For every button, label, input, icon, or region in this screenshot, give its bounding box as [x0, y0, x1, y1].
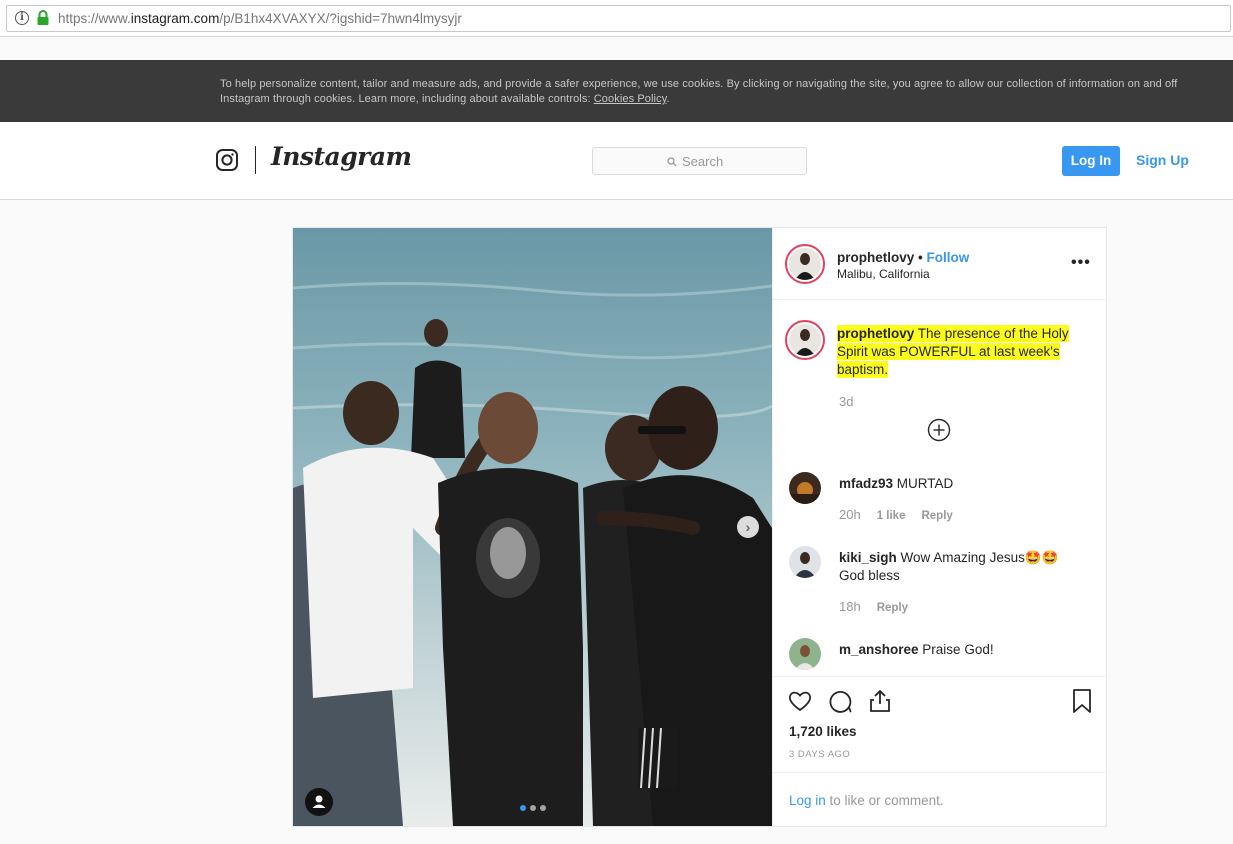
instagram-wordmark[interactable]: Instagram: [271, 142, 412, 171]
cookie-text: To help personalize content, tailor and …: [220, 78, 1178, 105]
bookmark-icon[interactable]: [1069, 688, 1095, 714]
heart-icon[interactable]: [787, 688, 813, 714]
post-username-row: prophetlovy • Follow: [837, 250, 969, 265]
login-prompt: Log in to like or comment.: [773, 772, 1107, 827]
search-input[interactable]: Search: [592, 147, 807, 175]
next-photo-button[interactable]: ›: [737, 516, 759, 538]
post-date: 3 DAYS AGO: [789, 749, 851, 760]
carousel-dot: [520, 805, 526, 811]
search-placeholder: Search: [682, 154, 724, 169]
comment-avatar[interactable]: [789, 546, 821, 578]
share-icon[interactable]: [867, 688, 893, 714]
browser-toolbar: i https://www.instagram.com/p/B1hx4XVAXY…: [0, 0, 1233, 37]
post-location[interactable]: Malibu, California: [837, 267, 930, 281]
comment-icon[interactable]: [827, 688, 853, 714]
search-icon: [667, 156, 677, 166]
comment-text: kiki_sigh Wow Amazing Jesus🤩🤩 God bless: [839, 550, 1059, 583]
post-header: prophetlovy • Follow Malibu, California …: [773, 228, 1107, 300]
load-more-comments-icon[interactable]: [927, 418, 951, 442]
comment-text: m_anshoree Praise God!: [839, 642, 994, 657]
instagram-camera-icon[interactable]: [216, 149, 238, 171]
comment-avatar[interactable]: [789, 638, 821, 670]
comment-meta: 18h Reply: [839, 599, 908, 614]
cookies-policy-link[interactable]: Cookies Policy: [594, 93, 667, 105]
post-sidebar: prophetlovy • Follow Malibu, California …: [772, 228, 1107, 826]
avatar[interactable]: [789, 248, 821, 280]
browser-toolbar-spacer: [0, 37, 1233, 60]
login-link[interactable]: Log in: [789, 793, 826, 808]
url-text[interactable]: https://www.instagram.com/p/B1hx4XVAXYX/…: [58, 11, 462, 26]
baptism-photo-illustration: [293, 228, 772, 826]
login-button[interactable]: Log In: [1062, 146, 1120, 176]
separator-dot: •: [918, 250, 923, 265]
comment-text: mfadz93 MURTAD: [839, 476, 954, 491]
post-caption: prophetlovy The presence of the Holy Spi…: [837, 325, 1082, 379]
post: › prophetlovy • Follow Malibu, Californi…: [292, 227, 1107, 827]
comment-username[interactable]: mfadz93: [839, 476, 893, 491]
carousel-dot: [530, 805, 536, 811]
caption-timestamp: 3d: [839, 394, 854, 409]
info-icon[interactable]: i: [15, 11, 29, 25]
comment-username[interactable]: kiki_sigh: [839, 550, 897, 565]
likes-count[interactable]: 1,720 likes: [789, 724, 857, 739]
carousel-indicator: [520, 805, 546, 811]
reply-button[interactable]: Reply: [921, 510, 952, 522]
carousel-dot: [540, 805, 546, 811]
caption-avatar[interactable]: [789, 324, 821, 356]
comment-likes[interactable]: 1 like: [877, 510, 906, 522]
instagram-header: Instagram Search Log In Sign Up: [0, 122, 1233, 200]
comment-avatar[interactable]: [789, 472, 821, 504]
follow-button[interactable]: Follow: [927, 250, 970, 265]
address-bar[interactable]: i https://www.instagram.com/p/B1hx4XVAXY…: [6, 5, 1231, 32]
post-actions: 1,720 likes 3 DAYS AGO Log in to like or…: [773, 676, 1107, 826]
comment-time: 18h: [839, 599, 861, 614]
more-options-icon[interactable]: •••: [1071, 254, 1091, 272]
tagged-user-icon[interactable]: [305, 788, 333, 816]
cookie-banner: To help personalize content, tailor and …: [0, 60, 1233, 122]
post-username[interactable]: prophetlovy: [837, 250, 914, 265]
post-photo[interactable]: ›: [293, 228, 772, 826]
signup-link[interactable]: Sign Up: [1136, 152, 1189, 168]
comment-meta: 20h 1 like Reply: [839, 507, 953, 522]
reply-button[interactable]: Reply: [877, 602, 908, 614]
caption-username[interactable]: prophetlovy: [837, 326, 914, 341]
header-divider: [255, 146, 256, 174]
comment-time: 20h: [839, 507, 861, 522]
lock-icon: [37, 10, 49, 25]
comment-username[interactable]: m_anshoree: [839, 642, 919, 657]
